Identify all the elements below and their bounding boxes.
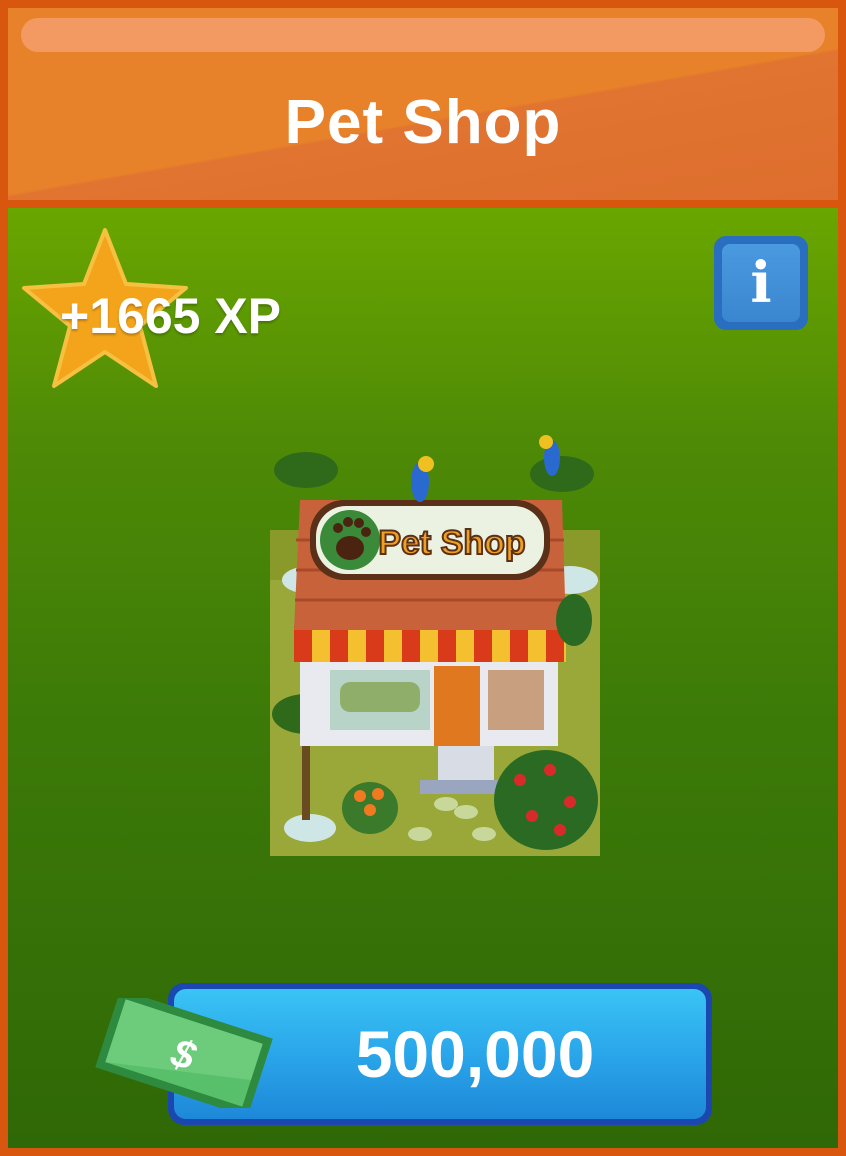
card-header: Pet Shop xyxy=(8,8,838,200)
cash-bill-icon: $ xyxy=(95,998,273,1108)
building-sign-text: Pet Shop xyxy=(378,524,525,562)
info-icon: i xyxy=(722,244,800,322)
item-card: Pet Shop +1665 XP i Pet Shop 500,000 $ xyxy=(0,0,846,1156)
info-button[interactable]: i xyxy=(714,236,808,330)
page-title: Pet Shop xyxy=(284,88,562,157)
header-gloss xyxy=(21,18,825,52)
xp-reward-label: +1665 XP xyxy=(60,288,282,344)
card-body: +1665 XP i Pet Shop 500,000 $ xyxy=(8,208,838,1148)
price-label: 500,000 xyxy=(355,1017,595,1091)
pet-shop-building: Pet Shop xyxy=(270,435,600,856)
